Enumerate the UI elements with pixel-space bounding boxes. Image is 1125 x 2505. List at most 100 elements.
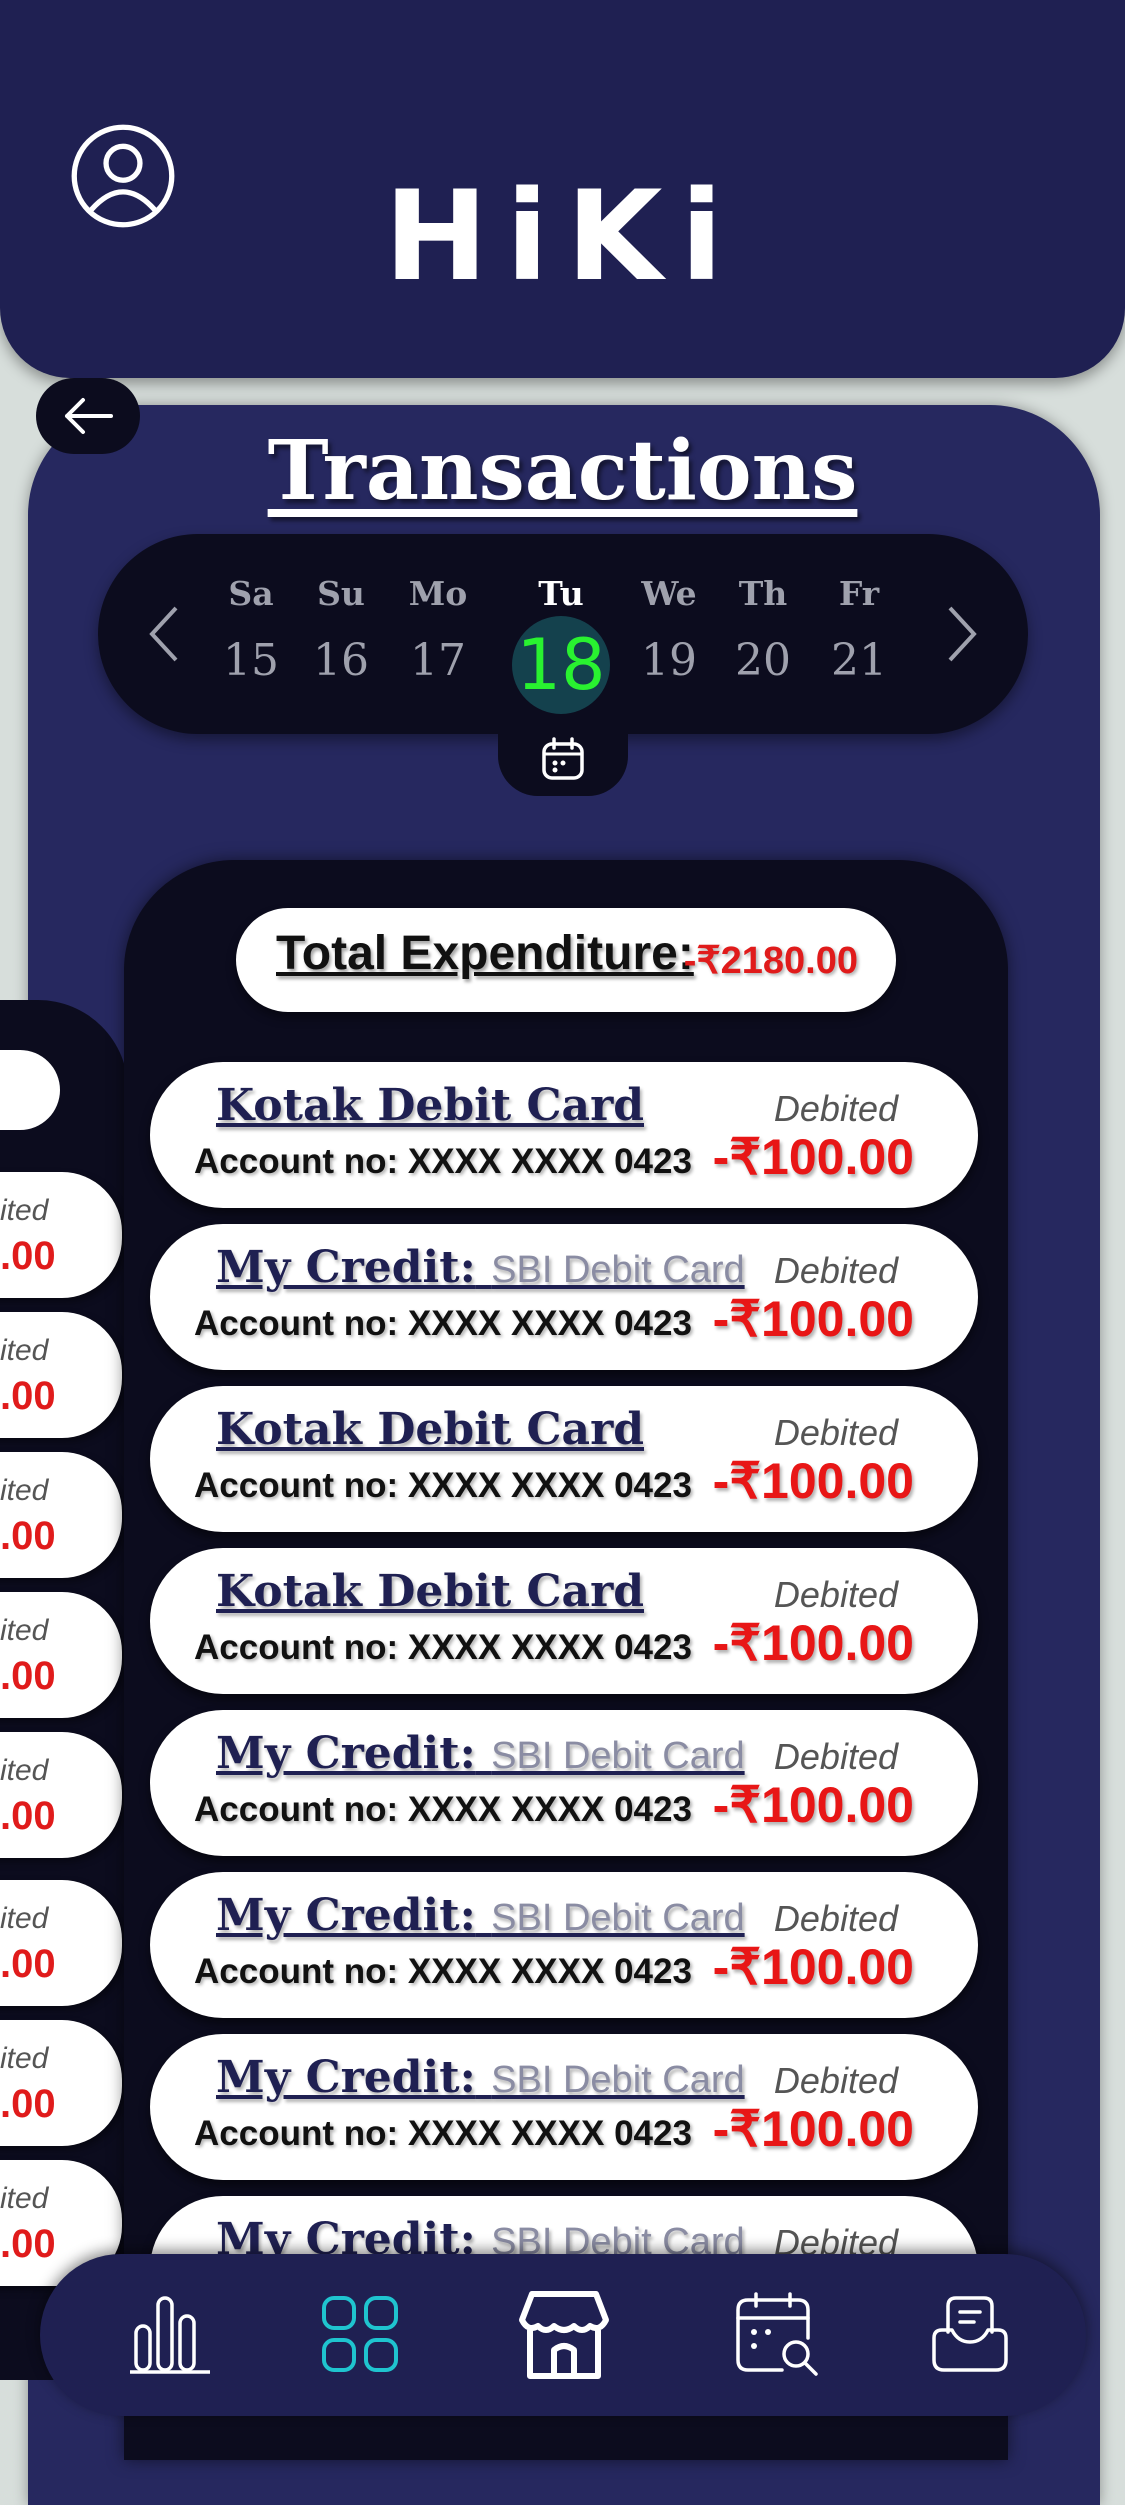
date-strip: Sa 15 Su 16 Mo 17 Tu 18 We 19 Th 20 Fr 2…: [98, 534, 1028, 734]
side-status: ited: [0, 1334, 49, 1367]
total-amount: -₹2180.00: [683, 940, 858, 982]
store-icon: [519, 2291, 609, 2379]
day-name: Th: [738, 574, 788, 613]
chevron-left-icon[interactable]: [144, 604, 184, 664]
side-transaction: ited .00: [0, 1732, 122, 1858]
day-number: 15: [223, 635, 279, 686]
day-number: 19: [641, 635, 697, 686]
transaction-amount: -₹100.00: [712, 2101, 914, 2157]
chevron-right-icon[interactable]: [942, 604, 982, 664]
transaction-item[interactable]: Kotak Debit Card Account no: XXXX XXXX 0…: [150, 1548, 978, 1694]
transaction-title: Kotak Debit Card: [216, 1404, 645, 1455]
side-amount: .00: [0, 1654, 56, 1698]
transaction-title: My Credit: SBI Debit Card: [216, 1242, 745, 1293]
transaction-status: Debited: [773, 1250, 898, 1291]
transaction-title: My Credit: SBI Debit Card: [216, 2052, 745, 2103]
account-number: Account no: XXXX XXXX 0423: [194, 1790, 692, 1829]
app-title: HiKi: [384, 165, 741, 309]
transaction-amount: -₹100.00: [712, 1777, 914, 1833]
day-name: Su: [317, 574, 365, 613]
arrow-left-icon: [65, 398, 113, 434]
side-transaction: ited .00: [0, 2020, 122, 2146]
account-number: Account no: XXXX XXXX 0423: [194, 1142, 692, 1181]
side-status: ited: [0, 1902, 49, 1935]
transaction-item[interactable]: Kotak Debit Card Account no: XXXX XXXX 0…: [150, 1062, 978, 1208]
day-th[interactable]: Th 20: [718, 574, 808, 686]
nav-calendar-search[interactable]: [726, 2284, 826, 2384]
transaction-status: Debited: [773, 1088, 898, 1129]
back-button[interactable]: [36, 378, 140, 454]
day-number: 17: [410, 635, 466, 686]
transaction-status: Debited: [773, 2060, 898, 2101]
account-number: Account no: XXXX XXXX 0423: [194, 1952, 692, 1991]
nav-stats[interactable]: [120, 2284, 220, 2384]
side-transaction: ited .00: [0, 1312, 122, 1438]
day-name: We: [641, 574, 697, 613]
transaction-title: My Credit: SBI Debit Card: [216, 1890, 745, 1941]
transaction-status: Debited: [773, 1574, 898, 1615]
day-number: 16: [313, 635, 369, 686]
day-name: Mo: [408, 574, 468, 613]
bar-chart-icon: [130, 2296, 210, 2374]
transaction-subtitle: SBI Debit Card: [491, 2059, 745, 2101]
day-name: Fr: [838, 574, 880, 613]
inbox-icon: [932, 2296, 1008, 2372]
transaction-subtitle: SBI Debit Card: [491, 1249, 745, 1291]
side-transaction: ited .00: [0, 1592, 122, 1718]
calendar-button[interactable]: [498, 722, 628, 796]
account-number: Account no: XXXX XXXX 0423: [194, 1466, 692, 1505]
side-amount: .00: [0, 1374, 56, 1418]
day-fr[interactable]: Fr 21: [814, 574, 904, 686]
nav-inbox[interactable]: [920, 2284, 1020, 2384]
transaction-subtitle: SBI Debit Card: [491, 1735, 745, 1777]
side-amount: .00: [0, 2222, 56, 2266]
previous-day-card[interactable]: ited .00 ited .00 ited .00 ited .00 ited…: [0, 1000, 128, 2380]
side-transaction: ited .00: [0, 1452, 122, 1578]
transaction-amount: -₹100.00: [712, 1939, 914, 1995]
side-amount: .00: [0, 1942, 56, 1986]
nav-dashboard[interactable]: [310, 2284, 410, 2384]
transaction-item[interactable]: My Credit: SBI Debit Card Account no: XX…: [150, 2034, 978, 2180]
page-title: Transactions: [267, 423, 858, 519]
transaction-amount: -₹100.00: [712, 1129, 914, 1185]
selected-day[interactable]: 18: [512, 616, 610, 714]
day-name-selected: Tu: [538, 574, 584, 613]
transaction-item[interactable]: My Credit: SBI Debit Card Account no: XX…: [150, 1872, 978, 2018]
day-number: 21: [831, 635, 887, 686]
side-amount: .00: [0, 1234, 56, 1278]
transaction-item[interactable]: Kotak Debit Card Account no: XXXX XXXX 0…: [150, 1386, 978, 1532]
side-status: ited: [0, 2182, 49, 2215]
transaction-item[interactable]: My Credit: SBI Debit Card Account no: XX…: [150, 1710, 978, 1856]
side-transaction: ited .00: [0, 1172, 122, 1298]
side-status: ited: [0, 1614, 49, 1647]
transaction-title: Kotak Debit Card: [216, 1566, 645, 1617]
side-status: ited: [0, 2042, 49, 2075]
side-transaction: ited .00: [0, 1880, 122, 2006]
transaction-status: Debited: [773, 1412, 898, 1453]
side-status: ited: [0, 1194, 49, 1227]
bottom-nav: [40, 2254, 1086, 2416]
transaction-status: Debited: [773, 1736, 898, 1777]
day-mo[interactable]: Mo 17: [393, 574, 483, 686]
day-su[interactable]: Su 16: [296, 574, 386, 686]
account-number: Account no: XXXX XXXX 0423: [194, 1304, 692, 1343]
nav-store[interactable]: [514, 2284, 614, 2384]
transaction-title: My Credit: SBI Debit Card: [216, 1728, 745, 1779]
transaction-item[interactable]: My Credit: SBI Debit Card Account no: XX…: [150, 1224, 978, 1370]
calendar-search-icon: [736, 2292, 818, 2376]
day-sa[interactable]: Sa 15: [206, 574, 296, 686]
side-amount: .00: [0, 1794, 56, 1838]
side-status: ited: [0, 1754, 49, 1787]
transaction-amount: -₹100.00: [712, 1453, 914, 1509]
day-we[interactable]: We 19: [624, 574, 714, 686]
transaction-amount: -₹100.00: [712, 1291, 914, 1347]
day-name: Sa: [228, 574, 274, 613]
app-header: HiKi: [0, 0, 1125, 378]
account-number: Account no: XXXX XXXX 0423: [194, 2114, 692, 2153]
day-tu[interactable]: Tu: [516, 574, 606, 613]
transaction-title: Kotak Debit Card: [216, 1080, 645, 1131]
transaction-subtitle: SBI Debit Card: [491, 1897, 745, 1939]
account-number: Account no: XXXX XXXX 0423: [194, 1628, 692, 1667]
total-label: Total Expenditure:: [276, 927, 694, 980]
day-number: 20: [735, 635, 791, 686]
